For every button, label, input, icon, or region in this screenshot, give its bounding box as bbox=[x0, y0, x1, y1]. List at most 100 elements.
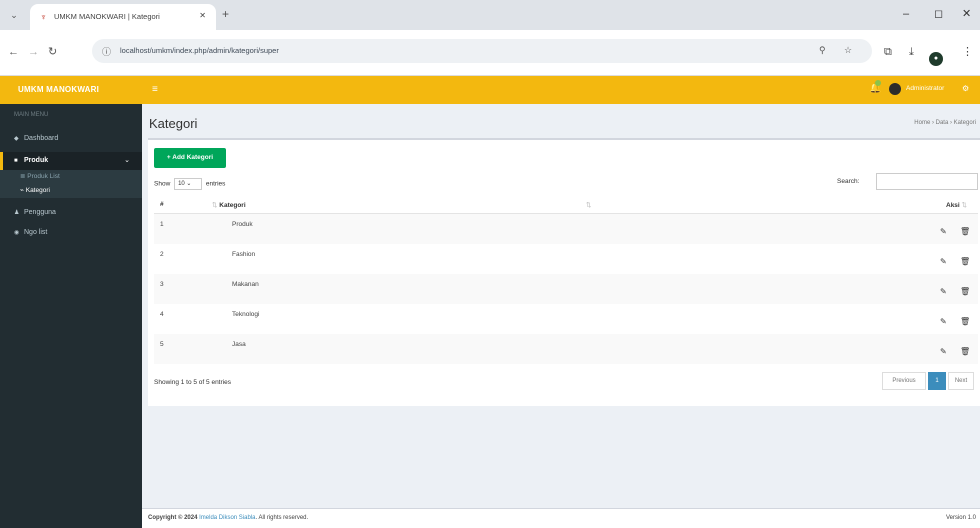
sidebar-subitem-label: Produk List bbox=[27, 173, 60, 180]
tag-icon: ⌁ bbox=[20, 187, 24, 194]
user-avatar[interactable] bbox=[889, 83, 901, 95]
forward-icon[interactable]: → bbox=[28, 44, 39, 60]
sidebar-heading: MAIN MENU bbox=[14, 112, 49, 118]
sort-icon[interactable]: ⇅ bbox=[586, 201, 591, 209]
show-label: Show bbox=[154, 180, 171, 188]
edit-icon[interactable]: ✎ bbox=[940, 317, 947, 327]
url-field[interactable]: ⓘ localhost/umkm/index.php/admin/kategor… bbox=[92, 39, 872, 63]
sidebar-item-label: Produk bbox=[24, 157, 49, 164]
sidebar-subitem-kategori[interactable]: ⌁ Kategori bbox=[0, 184, 142, 198]
delete-icon[interactable]: 🗑 bbox=[960, 257, 970, 267]
pagination-next[interactable]: Next bbox=[948, 372, 974, 390]
add-kategori-button[interactable]: + Add Kategori bbox=[154, 148, 226, 168]
show-entries: Show 10 ⌄ entries bbox=[154, 178, 225, 190]
user-name[interactable]: Administrator bbox=[906, 85, 944, 92]
dashboard-icon: ◆ bbox=[14, 136, 19, 142]
footer-copyright: Copyright © 2024 Imelda Dikson Siabla. A… bbox=[148, 515, 308, 521]
breadcrumb[interactable]: Home › Data › Kategori bbox=[914, 120, 976, 126]
footer: Copyright © 2024 Imelda Dikson Siabla. A… bbox=[142, 508, 980, 528]
sidebar-item-label: Ngo list bbox=[24, 229, 48, 236]
close-icon[interactable]: ✕ bbox=[199, 11, 206, 20]
menu-icon[interactable]: ⋮ bbox=[962, 44, 973, 60]
sidebar-item-ngo-list[interactable]: ◉ Ngo list bbox=[0, 224, 142, 242]
close-window-icon[interactable]: ✕ bbox=[962, 7, 971, 21]
pagination-page-1[interactable]: 1 bbox=[928, 372, 946, 390]
main-content: Kategori Home › Data › Kategori + Add Ka… bbox=[142, 104, 980, 528]
row-number: 3 bbox=[160, 281, 164, 288]
list-icon: ◉ bbox=[14, 230, 20, 236]
row-number: 1 bbox=[160, 221, 164, 228]
row-kategori: Produk bbox=[232, 221, 253, 228]
row-number: 4 bbox=[160, 311, 164, 318]
delete-icon[interactable]: 🗑 bbox=[960, 347, 970, 357]
sidebar-subitem-produk-list[interactable]: ≣ Produk List bbox=[0, 170, 142, 184]
delete-icon[interactable]: 🗑 bbox=[960, 287, 970, 297]
brand-logo[interactable]: UMKM MANOKWARI bbox=[0, 76, 142, 104]
sidebar: MAIN MENU ◆ Dashboard ■ Produk ⌄ ≣ Produk … bbox=[0, 104, 142, 528]
browser-tab[interactable]: ♆ UMKM MANOKWARI | Kategori ✕ bbox=[30, 4, 216, 30]
pagination-previous[interactable]: Previous bbox=[882, 372, 926, 390]
column-header-kategori[interactable]: ⇅ Kategori bbox=[212, 201, 246, 209]
sidebar-item-label: Dashboard bbox=[24, 135, 59, 142]
column-header-aksi[interactable]: Aksi ⇅ bbox=[946, 201, 967, 209]
footer-version: Version 1.0 bbox=[945, 515, 976, 521]
sidebar-item-pengguna[interactable]: ♟ Pengguna bbox=[0, 204, 142, 222]
maximize-icon[interactable]: ◻ bbox=[934, 7, 943, 21]
copyright-text: Copyright © 2024 bbox=[148, 515, 198, 521]
kategori-table: # ⇅ Kategori ⇅ Aksi ⇅ 1 Produk ✎ 🗑 2 Fas… bbox=[154, 196, 978, 364]
app-header: UMKM MANOKWARI ≡ 🔔 Administrator ⚙ bbox=[0, 76, 980, 104]
info-icon[interactable]: ⓘ bbox=[102, 45, 111, 58]
browser-tab-bar: ⌄ ♆ UMKM MANOKWARI | Kategori ✕ + – ◻ ✕ bbox=[0, 0, 980, 30]
column-header-no[interactable]: # bbox=[160, 201, 164, 208]
delete-icon[interactable]: 🗑 bbox=[960, 317, 970, 327]
search-input[interactable] bbox=[876, 173, 978, 190]
sidebar-item-produk[interactable]: ■ Produk ⌄ bbox=[0, 152, 142, 170]
row-kategori: Fashion bbox=[232, 251, 256, 258]
column-label: Kategori bbox=[219, 202, 246, 209]
row-kategori: Jasa bbox=[232, 341, 246, 348]
row-kategori: Teknologi bbox=[232, 311, 260, 318]
sort-icon: ⇅ bbox=[961, 202, 967, 209]
download-icon[interactable]: ⤓ bbox=[909, 44, 914, 60]
table-row: 2 Fashion ✎ 🗑 bbox=[154, 244, 978, 274]
url-text: localhost/umkm/index.php/admin/kategori/… bbox=[120, 46, 279, 55]
delete-icon[interactable]: 🗑 bbox=[960, 227, 970, 237]
zoom-icon[interactable]: ⚲ bbox=[819, 45, 826, 56]
back-icon[interactable]: ← bbox=[8, 44, 19, 60]
sidebar-item-label: Pengguna bbox=[24, 209, 56, 216]
column-label: Aksi bbox=[946, 202, 960, 209]
box-icon: ■ bbox=[14, 158, 18, 164]
sidebar-subitem-label: Kategori bbox=[25, 187, 50, 194]
settings-icon[interactable]: ⚙ bbox=[962, 84, 969, 93]
users-icon: ♟ bbox=[14, 210, 20, 216]
notification-bell-icon[interactable]: 🔔 bbox=[869, 80, 881, 96]
edit-icon[interactable]: ✎ bbox=[940, 347, 947, 357]
reload-icon[interactable]: ↻ bbox=[48, 44, 57, 60]
entries-select[interactable]: 10 ⌄ bbox=[174, 178, 203, 190]
star-icon[interactable]: ☆ bbox=[844, 45, 852, 56]
table-row: 5 Jasa ✎ 🗑 bbox=[154, 334, 978, 364]
entries-label: entries bbox=[205, 180, 226, 188]
table-info: Showing 1 to 5 of 5 entries bbox=[154, 379, 231, 386]
profile-icon[interactable]: ● bbox=[929, 52, 943, 66]
table-row: 1 Produk ✎ 🗑 bbox=[154, 214, 978, 244]
row-kategori: Makanan bbox=[232, 281, 259, 288]
tab-list-icon[interactable]: ⌄ bbox=[6, 7, 22, 23]
row-number: 2 bbox=[160, 251, 164, 258]
edit-icon[interactable]: ✎ bbox=[940, 227, 947, 237]
search-label: Search: bbox=[837, 178, 860, 185]
copyright-suffix: . All rights reserved. bbox=[255, 515, 309, 521]
page-title: Kategori bbox=[149, 116, 198, 131]
address-bar: ← → ↻ ⓘ localhost/umkm/index.php/admin/k… bbox=[0, 30, 980, 76]
hamburger-menu-icon[interactable]: ≡ bbox=[152, 83, 166, 97]
edit-icon[interactable]: ✎ bbox=[940, 257, 947, 267]
row-number: 5 bbox=[160, 341, 164, 348]
minimize-icon[interactable]: – bbox=[903, 7, 909, 21]
data-box: + Add Kategori Show 10 ⌄ entries Search:… bbox=[148, 138, 980, 406]
copyright-link[interactable]: Imelda Dikson Siabla bbox=[199, 515, 255, 521]
sidebar-item-dashboard[interactable]: ◆ Dashboard bbox=[0, 130, 142, 148]
edit-icon[interactable]: ✎ bbox=[940, 287, 947, 297]
new-tab-icon[interactable]: + bbox=[222, 7, 229, 21]
notification-dot bbox=[875, 80, 881, 86]
extensions-icon[interactable]: ⧉ bbox=[884, 44, 892, 60]
